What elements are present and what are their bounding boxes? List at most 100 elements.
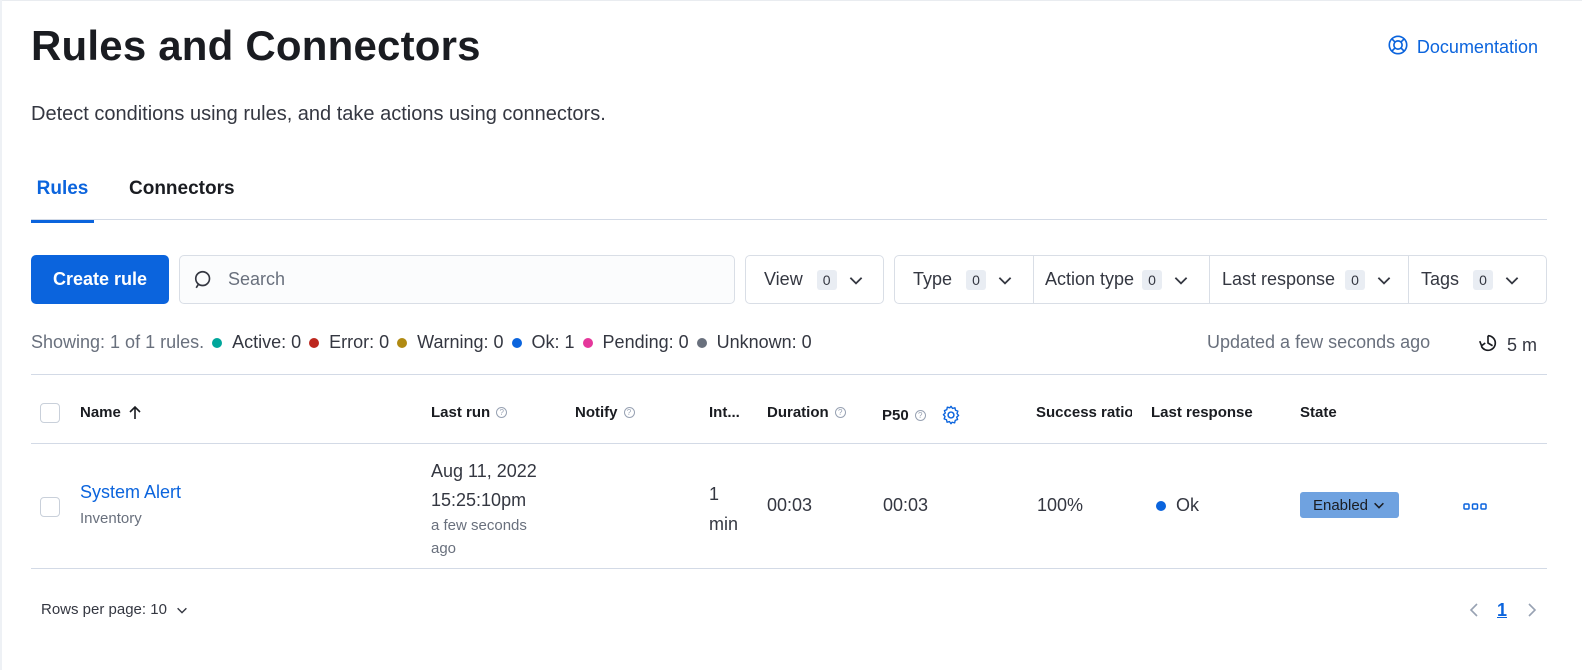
column-last-run-label: Last run xyxy=(431,404,491,421)
showing-count: Showing: 1 of 1 rules. xyxy=(31,332,205,352)
column-p50-label: P50 xyxy=(882,406,909,424)
interval-value: 1 min xyxy=(709,479,738,539)
state-dropdown[interactable]: Enabled xyxy=(1300,492,1399,518)
last-response-filter-label: Last response xyxy=(1222,269,1336,289)
last-response-value: Ok xyxy=(1176,495,1200,515)
error-count: Error: 0 xyxy=(329,332,390,352)
lifebuoy-icon xyxy=(1387,34,1409,61)
pending-count: Pending: 0 xyxy=(602,332,689,352)
column-success-ratio[interactable]: Success ratio xyxy=(1036,404,1132,421)
search-box xyxy=(179,255,735,304)
filter-group: Type 0 Action type 0 Last response 0 Tag… xyxy=(894,255,1547,304)
type-filter[interactable]: Type 0 xyxy=(895,256,1034,303)
page-description: Detect conditions using rules, and take … xyxy=(31,103,606,125)
chevron-down-icon xyxy=(1505,276,1519,285)
action-type-filter-count: 0 xyxy=(1142,269,1163,290)
duration-value: 00:03 xyxy=(767,495,813,515)
view-filter-label: View xyxy=(764,269,803,289)
tab-connectors[interactable]: Connectors xyxy=(129,178,235,220)
chevron-down-icon xyxy=(849,276,862,285)
column-p50[interactable]: P50 ? xyxy=(882,404,962,426)
refresh-interval-button[interactable]: 5 m xyxy=(1477,332,1537,359)
unknown-status-dot xyxy=(696,337,707,348)
view-filter-count: 0 xyxy=(816,269,837,290)
error-status-dot xyxy=(309,337,320,348)
last-response-filter[interactable]: Last response 0 xyxy=(1210,256,1409,303)
refresh-icon xyxy=(1477,332,1499,359)
search-input[interactable] xyxy=(228,256,728,303)
action-type-filter[interactable]: Action type 0 xyxy=(1034,256,1210,303)
column-interval[interactable]: Int... xyxy=(709,404,740,421)
rows-per-page-selector[interactable]: Rows per page: 10 xyxy=(41,601,189,618)
question-icon: ? xyxy=(914,409,926,421)
state-label: Enabled xyxy=(1312,496,1369,514)
previous-page-icon[interactable] xyxy=(1466,601,1482,619)
table-top-divider xyxy=(31,374,1547,375)
ok-status-dot xyxy=(1156,501,1166,511)
documentation-link[interactable]: Documentation xyxy=(1387,34,1538,61)
column-notify-label: Notify xyxy=(575,404,618,421)
type-filter-label: Type xyxy=(913,269,953,289)
column-last-response-label: Last response xyxy=(1151,404,1253,421)
unknown-count: Unknown: 0 xyxy=(716,332,812,352)
select-all-checkbox[interactable] xyxy=(40,403,60,423)
tags-filter-count: 0 xyxy=(1473,269,1494,290)
chevron-down-icon xyxy=(177,607,187,614)
tags-filter-label: Tags xyxy=(1421,269,1460,289)
next-page-icon[interactable] xyxy=(1524,601,1540,619)
column-name-label: Name xyxy=(80,404,121,421)
page-number-current[interactable]: 1 xyxy=(1497,600,1507,621)
active-status-dot xyxy=(212,337,223,348)
more-actions-icon[interactable] xyxy=(1462,498,1488,516)
chevron-down-icon xyxy=(998,276,1012,285)
view-filter-group: View 0 xyxy=(745,255,884,304)
last-run-date: Aug 11, 2022 xyxy=(431,461,537,481)
warning-status-dot xyxy=(397,337,408,348)
documentation-label: Documentation xyxy=(1416,37,1538,57)
page-title: Rules and Connectors xyxy=(31,22,481,69)
column-success-ratio-label: Success ratio xyxy=(1036,404,1132,421)
gear-icon[interactable] xyxy=(940,404,962,426)
left-border xyxy=(0,0,2,670)
sort-ascending-icon xyxy=(129,405,141,419)
column-interval-label: Int... xyxy=(709,404,740,421)
chevron-down-icon xyxy=(1174,276,1188,285)
create-rule-button[interactable]: Create rule xyxy=(31,255,169,304)
last-response-filter-count: 0 xyxy=(1345,269,1366,290)
tab-rules[interactable]: Rules xyxy=(31,178,94,223)
tags-filter[interactable]: Tags 0 xyxy=(1409,256,1546,303)
table-header-divider xyxy=(31,443,1547,444)
rule-status-summary: Showing: 1 of 1 rules. Active: 0 Error: … xyxy=(31,332,812,353)
column-last-response[interactable]: Last response xyxy=(1151,404,1253,421)
warning-count: Warning: 0 xyxy=(417,332,504,352)
rule-type: Inventory xyxy=(80,510,142,527)
ok-count: Ok: 1 xyxy=(531,332,575,352)
refresh-interval-value: 5 m xyxy=(1507,335,1538,355)
pending-status-dot xyxy=(582,337,593,348)
row-select-checkbox[interactable] xyxy=(40,497,60,517)
interval-number: 1 xyxy=(709,484,720,504)
rule-name-link[interactable]: System Alert xyxy=(80,482,181,503)
type-filter-count: 0 xyxy=(966,269,987,290)
chevron-down-icon xyxy=(1374,502,1384,509)
question-icon: ? xyxy=(834,407,846,418)
column-notify[interactable]: Notify ? xyxy=(575,404,635,421)
column-last-run[interactable]: Last run ? xyxy=(431,404,508,421)
rows-per-page-label: Rows per page: 10 xyxy=(41,601,167,618)
column-name[interactable]: Name xyxy=(80,404,143,421)
updated-timestamp: Updated a few seconds ago xyxy=(1207,332,1431,352)
success-ratio-value: 100% xyxy=(1037,495,1084,515)
table-bottom-divider xyxy=(31,568,1547,569)
chevron-down-icon xyxy=(1377,276,1391,285)
p50-value: 00:03 xyxy=(883,495,929,515)
column-duration[interactable]: Duration ? xyxy=(767,404,846,421)
last-run-datetime: Aug 11, 2022 15:25:10pm xyxy=(431,457,537,515)
interval-unit: min xyxy=(709,514,739,534)
last-run-relative: a few seconds ago xyxy=(431,517,527,557)
ok-status-dot xyxy=(511,337,522,348)
column-state[interactable]: State xyxy=(1300,404,1337,421)
view-filter[interactable]: View 0 xyxy=(746,256,879,303)
action-type-filter-label: Action type xyxy=(1045,269,1135,289)
top-border xyxy=(0,0,1582,1)
tab-bar: Rules Connectors xyxy=(31,170,1547,223)
